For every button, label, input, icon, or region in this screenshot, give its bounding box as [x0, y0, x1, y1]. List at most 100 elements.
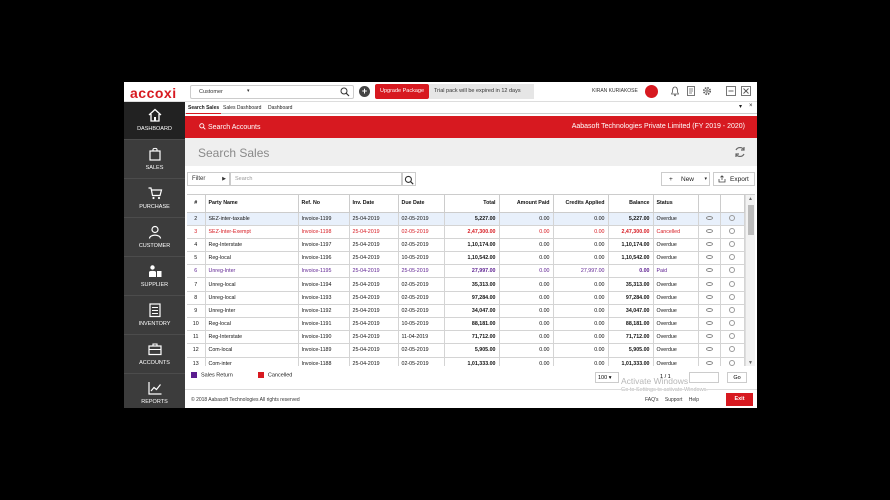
sidebar-item-label: CUSTOMER: [138, 243, 171, 249]
search-icon[interactable]: [340, 87, 350, 97]
cell-credits: 0.00: [553, 212, 609, 226]
eye-icon[interactable]: [705, 334, 713, 339]
row-select-radio[interactable]: [729, 346, 735, 353]
tab-sales-dashboard[interactable]: Sales Dashboard: [221, 104, 263, 114]
row-select-radio[interactable]: [729, 333, 735, 340]
eye-icon[interactable]: [705, 294, 713, 299]
table-row[interactable]: 6 Unreg-Inter Invoice-1195 25-04-2019 25-05-…: [187, 264, 745, 279]
column-header[interactable]: Due Date: [398, 195, 445, 213]
column-header[interactable]: Status: [653, 195, 699, 213]
help-link[interactable]: Help: [689, 397, 699, 403]
row-select-radio[interactable]: [729, 227, 735, 234]
scroll-up-icon[interactable]: ▲: [748, 196, 753, 202]
table-row[interactable]: 12 Com-local Invoice-1189 25-04-2019 02-05-2…: [187, 343, 745, 358]
go-button[interactable]: Go: [727, 372, 747, 383]
faq-link[interactable]: FAQ's: [645, 397, 658, 403]
sidebar-item-purchase[interactable]: PURCHASE: [124, 180, 185, 218]
column-header[interactable]: Amount Paid: [499, 195, 554, 213]
table-row[interactable]: 7 Unreg-local Invoice-1194 25-04-2019 02-05-…: [187, 277, 745, 292]
column-header[interactable]: Balance: [608, 195, 654, 213]
cell-select: [720, 212, 745, 226]
exit-button[interactable]: Exit: [726, 393, 753, 406]
eye-icon[interactable]: [705, 215, 713, 220]
column-header[interactable]: Total: [444, 195, 500, 213]
minimize-icon[interactable]: [725, 85, 737, 97]
gear-icon[interactable]: [701, 85, 713, 97]
chevron-down-icon[interactable]: ▾: [704, 173, 707, 186]
eye-icon[interactable]: [705, 307, 713, 312]
table-scrollbar[interactable]: ▲ ▼: [745, 195, 755, 366]
sidebar-item-inventory[interactable]: INVENTORY: [124, 297, 185, 335]
table-row[interactable]: 8 Unreg-local Invoice-1193 25-04-2019 02-05-…: [187, 291, 745, 305]
search-button[interactable]: [402, 172, 416, 186]
column-header[interactable]: Party Name: [205, 195, 299, 213]
cell-party: Unreg-Inter: [205, 304, 299, 319]
column-header[interactable]: Ref. No: [298, 195, 350, 213]
table-row[interactable]: 2 SEZ-inter-taxable Invoice-1199 25-04-2019…: [187, 212, 745, 226]
tab-bar: Search Sales Sales Dashboard Dashboard ▾…: [185, 102, 757, 114]
eye-icon[interactable]: [705, 360, 713, 365]
cell-total: 35,313.00: [444, 277, 500, 292]
breadcrumb[interactable]: Search Accounts: [199, 123, 260, 131]
sidebar-item-supplier[interactable]: SUPPLIER: [124, 258, 185, 296]
cell-balance: 34,047.00: [608, 304, 654, 319]
filter-button[interactable]: Filter ▶: [187, 172, 230, 186]
column-header[interactable]: Inv. Date: [349, 195, 399, 213]
receipt-icon[interactable]: [685, 85, 697, 97]
new-button[interactable]: + New ▾: [661, 172, 710, 186]
eye-icon[interactable]: [705, 228, 713, 233]
table-row[interactable]: 5 Reg-local Invoice-1196 25-04-2019 10-05-20…: [187, 251, 745, 266]
cart-icon: [148, 187, 162, 200]
add-icon[interactable]: +: [359, 86, 370, 97]
refresh-icon[interactable]: [733, 145, 747, 159]
table-row[interactable]: 13 Com-inter Invoice-1188 25-04-2019 02-05-2…: [187, 357, 745, 366]
user-name[interactable]: KIRAN KURIAKOSE: [592, 88, 638, 94]
avatar[interactable]: [645, 85, 658, 98]
column-header[interactable]: Credits Applied: [553, 195, 609, 213]
support-link[interactable]: Support: [665, 397, 683, 403]
eye-icon[interactable]: [705, 241, 713, 246]
eye-icon[interactable]: [705, 321, 713, 326]
row-select-radio[interactable]: [729, 214, 735, 221]
upgrade-package-button[interactable]: Upgrade Package: [375, 84, 429, 99]
scroll-down-icon[interactable]: ▼: [748, 360, 753, 366]
bell-icon[interactable]: [669, 85, 681, 97]
row-select-radio[interactable]: [729, 280, 735, 287]
row-select-radio[interactable]: [729, 320, 735, 327]
chevron-down-icon[interactable]: ▾: [247, 88, 250, 94]
search-scope-value[interactable]: Customer: [199, 89, 223, 95]
row-select-radio[interactable]: [729, 306, 735, 313]
tab-dashboard[interactable]: Dashboard: [266, 104, 294, 114]
scrollbar-thumb[interactable]: [748, 205, 754, 235]
row-select-radio[interactable]: [729, 254, 735, 261]
cell-n: 5: [187, 251, 206, 266]
column-header[interactable]: #: [187, 195, 206, 213]
page-size-select[interactable]: 100 ▾: [595, 372, 619, 383]
table-row[interactable]: 9 Unreg-Inter Invoice-1192 25-04-2019 02-05-…: [187, 304, 745, 319]
eye-icon[interactable]: [705, 347, 713, 352]
close-icon[interactable]: [740, 85, 752, 97]
close-tab-icon[interactable]: ×: [749, 103, 753, 109]
table-row[interactable]: 11 Reg-Interstate Invoice-1190 25-04-2019 11…: [187, 330, 745, 345]
row-select-radio[interactable]: [729, 359, 735, 366]
export-button[interactable]: Export: [713, 172, 755, 186]
global-search-combo[interactable]: Customer ▾: [190, 85, 354, 99]
eye-icon[interactable]: [705, 255, 713, 260]
tab-list-icon[interactable]: ▾: [739, 103, 742, 110]
search-input[interactable]: Search: [230, 172, 402, 186]
row-select-radio[interactable]: [729, 240, 735, 247]
sidebar-item-customer[interactable]: CUSTOMER: [124, 219, 185, 257]
row-select-radio[interactable]: [729, 267, 735, 274]
sidebar-item-sales[interactable]: SALES: [124, 141, 185, 179]
sidebar-item-dashboard[interactable]: DASHBOARD: [124, 102, 185, 140]
table-row[interactable]: 4 Reg-Interstate Invoice-1197 25-04-2019 02-…: [187, 238, 745, 253]
eye-icon[interactable]: [705, 281, 713, 286]
sidebar-item-reports[interactable]: REPORTS: [124, 375, 185, 408]
table-row[interactable]: 10 Reg-local Invoice-1191 25-04-2019 10-05-2…: [187, 317, 745, 332]
sidebar-item-accounts[interactable]: ACCOUNTS: [124, 336, 185, 374]
row-select-radio[interactable]: [729, 293, 735, 300]
eye-icon[interactable]: [705, 268, 713, 273]
table-row[interactable]: 3 SEZ-Inter-Exempt Invoice-1198 25-04-2019 0…: [187, 225, 745, 239]
tab-search-sales[interactable]: Search Sales: [186, 104, 222, 114]
page-number-input[interactable]: [689, 372, 719, 383]
